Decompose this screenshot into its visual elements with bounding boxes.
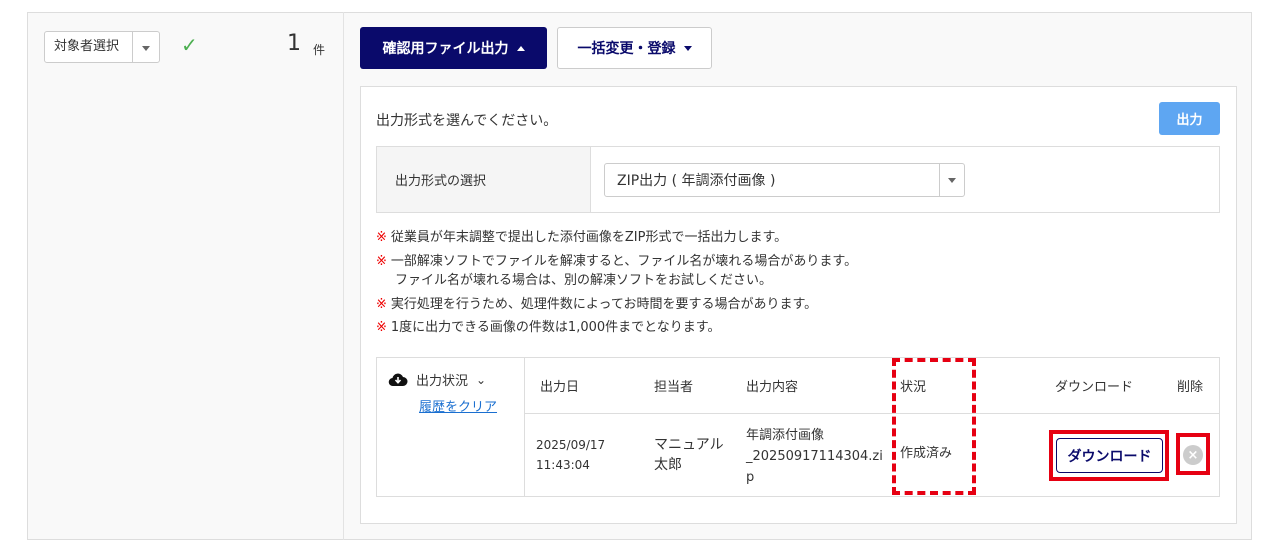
row-divider — [525, 413, 1219, 414]
note-2: ※ 一部解凍ソフトでファイルを解凍すると、ファイル名が壊れる場合があります。 — [376, 254, 858, 269]
count-unit: 件 — [313, 43, 326, 57]
output-button[interactable]: 出力 — [1159, 102, 1220, 135]
highlight-delete — [1176, 433, 1210, 475]
target-select-dropdown[interactable]: 対象者選択 — [44, 31, 160, 63]
clear-history-link[interactable]: 履歴をクリア — [419, 396, 497, 415]
output-status-title: 出力状況 — [416, 374, 469, 389]
caret-up-icon — [516, 45, 525, 51]
target-select-label: 対象者選択 — [45, 32, 133, 62]
confirm-file-output-label: 確認用ファイル出力 — [382, 41, 509, 57]
highlight-state-column — [892, 358, 976, 495]
caret-down-icon — [683, 45, 692, 51]
column-divider — [343, 12, 344, 540]
selected-count: 1 — [287, 31, 301, 56]
output-status-toggle[interactable]: 出力状況 ⌄ — [388, 370, 486, 389]
header-person: 担当者 — [654, 380, 694, 395]
format-value: ZIP出力 ( 年調添付画像 ) — [617, 173, 776, 189]
chevron-down-icon — [133, 40, 159, 55]
table-row-date: 2025/09/17 11:43:04 — [536, 438, 606, 472]
check-icon: ✓ — [181, 33, 198, 57]
chevron-down-icon: ⌄ — [476, 372, 487, 387]
bulk-change-button[interactable]: 一括変更・登録 — [557, 27, 712, 69]
prompt-text: 出力形式を選んでください。 — [376, 113, 558, 129]
header-delete: 削除 — [1177, 380, 1204, 395]
cloud-download-icon — [388, 373, 408, 386]
table-row-content: 年調添付画像 _20250917114304.zi p — [746, 428, 883, 485]
header-date: 出力日 — [540, 380, 580, 395]
confirm-file-output-button[interactable]: 確認用ファイル出力 — [360, 27, 547, 69]
header-content: 出力内容 — [746, 380, 799, 395]
note-1: ※ 従業員が年末調整で提出した添付画像をZIP形式で一括出力します。 — [376, 230, 788, 245]
note-2-cont: ファイル名が壊れる場合は、別の解凍ソフトをお試しください。 — [395, 273, 773, 288]
header-download: ダウンロード — [1055, 380, 1134, 395]
note-3: ※ 実行処理を行うため、処理件数によってお時間を要する場合があります。 — [376, 297, 818, 312]
format-label: 出力形式の選択 — [377, 147, 591, 212]
chevron-down-icon — [939, 164, 964, 196]
table-row-person: マニュアル 太郎 — [654, 437, 724, 473]
highlight-download — [1049, 430, 1169, 481]
format-select[interactable]: ZIP出力 ( 年調添付画像 ) — [604, 163, 965, 197]
note-4: ※ 1度に出力できる画像の件数は1,000件までとなります。 — [376, 320, 721, 335]
bulk-change-label: 一括変更・登録 — [577, 41, 676, 57]
